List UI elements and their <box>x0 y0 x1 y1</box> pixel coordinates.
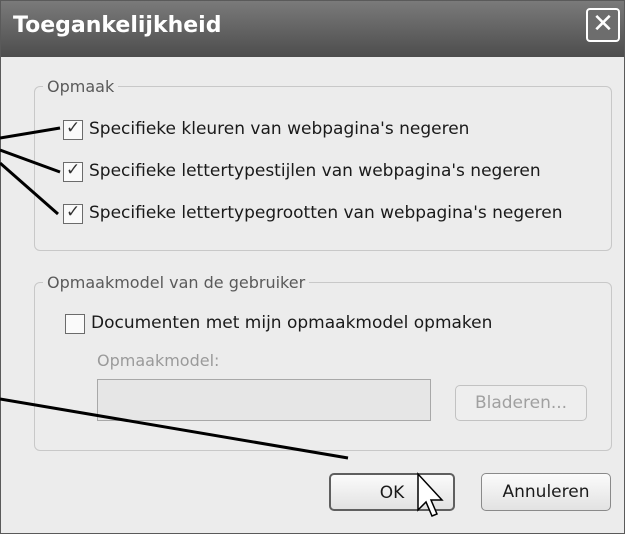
annotation-overlay <box>0 126 444 517</box>
callout-line-ok <box>0 397 349 460</box>
callout-line-colors <box>0 126 61 140</box>
mouse-pointer-icon <box>417 472 444 517</box>
callout-line-font-sizes <box>0 161 59 216</box>
callout-line-font-styles <box>0 148 61 174</box>
